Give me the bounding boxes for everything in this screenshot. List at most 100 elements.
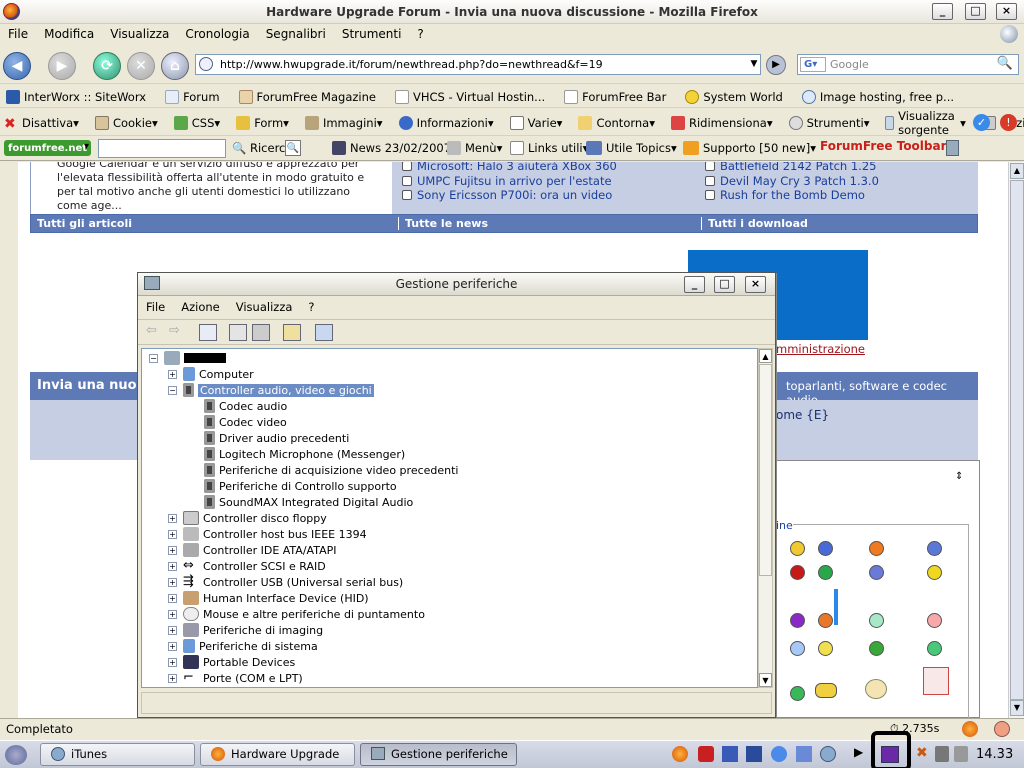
tree-node-usb[interactable]: + ⇶ Controller USB (Universal serial bus) [168,574,403,590]
tray-speaker-icon[interactable] [935,746,949,762]
smiley-icon[interactable] [865,679,887,699]
wd-immagini[interactable]: Immagini ▾ [299,115,383,130]
menu-segnalibri[interactable]: Segnalibri [258,24,334,44]
banned-icon[interactable] [923,667,949,695]
wd-contorna[interactable]: Contorna ▾ [572,115,655,130]
task-itunes[interactable]: iTunes [40,743,195,766]
tray-app-icon[interactable] [722,746,738,762]
tree-node-ieee1394[interactable]: + Controller host bus IEEE 1394 [168,526,367,542]
dm-menu-visualizza[interactable]: Visualizza [228,296,301,318]
tree-node-audio[interactable]: − Controller audio, video e giochi [168,382,374,398]
scroll-down-arrow[interactable]: ▼ [1010,700,1024,716]
all-downloads-link[interactable]: Tutti i download [701,217,808,230]
help-smiley-icon[interactable] [815,683,837,698]
forumfree-menu[interactable]: Menù ▾ [441,141,502,155]
scroll-down-arrow[interactable]: ▼ [759,673,772,687]
dm-minimize-button[interactable]: _ [684,276,705,293]
scroll-up-arrow[interactable]: ▲ [1010,163,1024,179]
tree-scroll-thumb[interactable] [759,364,772,576]
bookmark-forum[interactable]: Forum [159,89,220,104]
tray-app-icon[interactable] [746,746,762,762]
browser-title-bar[interactable]: Hardware Upgrade Forum - Invia una nuova… [0,0,1024,24]
page-scrollbar[interactable]: ▲ ▼ [1008,162,1024,718]
forumfree-dropdown-icon[interactable]: ▾ [84,141,89,152]
wd-disattiva[interactable]: ✖ Disattiva ▾ [0,116,79,132]
wd-cookie[interactable]: Cookie ▾ [89,115,158,130]
smiley-icon[interactable] [927,565,942,580]
forumfree-support[interactable]: Supporto [50 new] ▾ [677,141,816,155]
wd-css[interactable]: CSS ▾ [168,115,220,130]
search-icon[interactable]: 🔍 [285,140,301,156]
tree-node-audio-child[interactable]: Periferiche di Controllo supporto [204,478,397,494]
menu-file[interactable]: File [0,24,36,44]
smiley-icon[interactable] [927,641,942,656]
news-item[interactable]: Sony Ericsson P700i: ora un video [402,188,612,202]
tray-expand-icon[interactable]: ▶ [854,745,863,759]
back-button[interactable]: ◀ [3,52,31,80]
wd-visualizza-sorgente[interactable]: Visualizza sorgente ▾ [879,109,966,137]
scroll-thumb[interactable] [1010,180,1024,700]
tree-node-ports[interactable]: + ⌐ Porte (COM e LPT) [168,670,303,686]
print-icon[interactable] [252,324,270,341]
smiley-icon[interactable] [869,641,884,656]
tree-node-audio-child[interactable]: Periferiche di acquisizione video preced… [204,462,459,478]
forumfree-search-button[interactable]: 🔍 Ricerca [232,141,292,155]
expand-icon[interactable]: + [168,641,177,651]
url-bar[interactable]: http://www.hwupgrade.it/forum/newthread.… [195,54,761,75]
tray-itunes-icon[interactable] [820,746,836,762]
forumfree-news[interactable]: News 23/02/2007 [326,141,451,155]
bookmark-forumfree-magazine[interactable]: ForumFree Magazine [233,89,376,104]
scroll-arrows-icon[interactable]: ⇕ [955,471,963,482]
tree-node-audio-child[interactable]: Driver audio precedenti [204,430,349,446]
maximize-button[interactable]: □ [965,3,986,20]
download-item[interactable]: Battlefield 2142 Patch 1.25 [705,162,876,173]
wd-varie[interactable]: Varie ▾ [504,115,562,130]
back-arrow-icon[interactable]: ⇦ [146,323,157,338]
search-icon[interactable]: 🔍 [995,56,1015,73]
smiley-icon[interactable] [869,541,884,556]
dm-menu-azione[interactable]: Azione [173,296,228,318]
smiley-icon[interactable] [790,686,805,701]
forward-arrow-icon[interactable]: ⇨ [169,323,180,338]
tree-node-floppy[interactable]: + Controller disco floppy [168,510,327,526]
menu-help[interactable]: ? [409,24,431,44]
forumfree-logo[interactable]: forumfree.net [4,140,92,156]
smiley-icon[interactable] [818,641,833,656]
smiley-icon[interactable] [927,541,942,556]
start-button[interactable] [5,745,27,765]
expand-icon[interactable]: + [168,673,177,683]
smiley-icon[interactable] [869,613,884,628]
tree-root[interactable]: − [149,350,226,366]
tree-node-audio-child[interactable]: Codec audio [204,398,287,414]
expand-icon[interactable]: + [168,529,177,539]
forumfree-topics[interactable]: Utile Topics ▾ [580,141,677,155]
dm-menu-help[interactable]: ? [300,296,322,318]
warning-icon[interactable]: ! [1000,114,1017,131]
tray-media-icon[interactable] [881,746,899,763]
collapse-icon[interactable]: − [168,385,177,395]
tree-node-audio-child[interactable]: Logitech Microphone (Messenger) [204,446,405,462]
tree-node-system[interactable]: + Periferiche di sistema [168,638,318,654]
download-item[interactable]: Rush for the Bomb Demo [705,188,865,202]
wd-strumenti[interactable]: Strumenti ▾ [783,115,869,130]
addon-status-icon[interactable] [994,721,1010,737]
task-device-manager[interactable]: Gestione periferiche [360,743,517,766]
search-engine-icon[interactable]: G▾ [800,57,826,72]
smiley-icon[interactable] [869,565,884,580]
forumfree-brand[interactable]: ForumFree Toolbar [820,139,947,153]
admin-link[interactable]: mministrazione [776,342,865,356]
notepad-icon[interactable] [946,140,959,156]
clock[interactable]: 14.33 [976,747,1013,762]
bookmark-system-world[interactable]: System World [679,89,783,104]
dm-maximize-button[interactable]: □ [714,276,735,293]
menu-strumenti[interactable]: Strumenti [334,24,410,44]
tray-firefox-icon[interactable] [672,746,688,762]
tree-node-imaging[interactable]: + Periferiche di imaging [168,622,323,638]
smiley-icon[interactable] [790,541,805,556]
smiley-icon[interactable] [790,613,805,628]
expand-icon[interactable]: + [168,513,177,523]
wd-ridimensiona[interactable]: Ridimensiona ▾ [665,115,773,130]
tray-device-icon[interactable] [954,746,968,762]
device-manager-window[interactable]: Gestione periferiche _ □ × File Azione V… [137,272,776,718]
tree-node-mouse[interactable]: + Mouse e altre periferiche di puntamento [168,606,425,622]
